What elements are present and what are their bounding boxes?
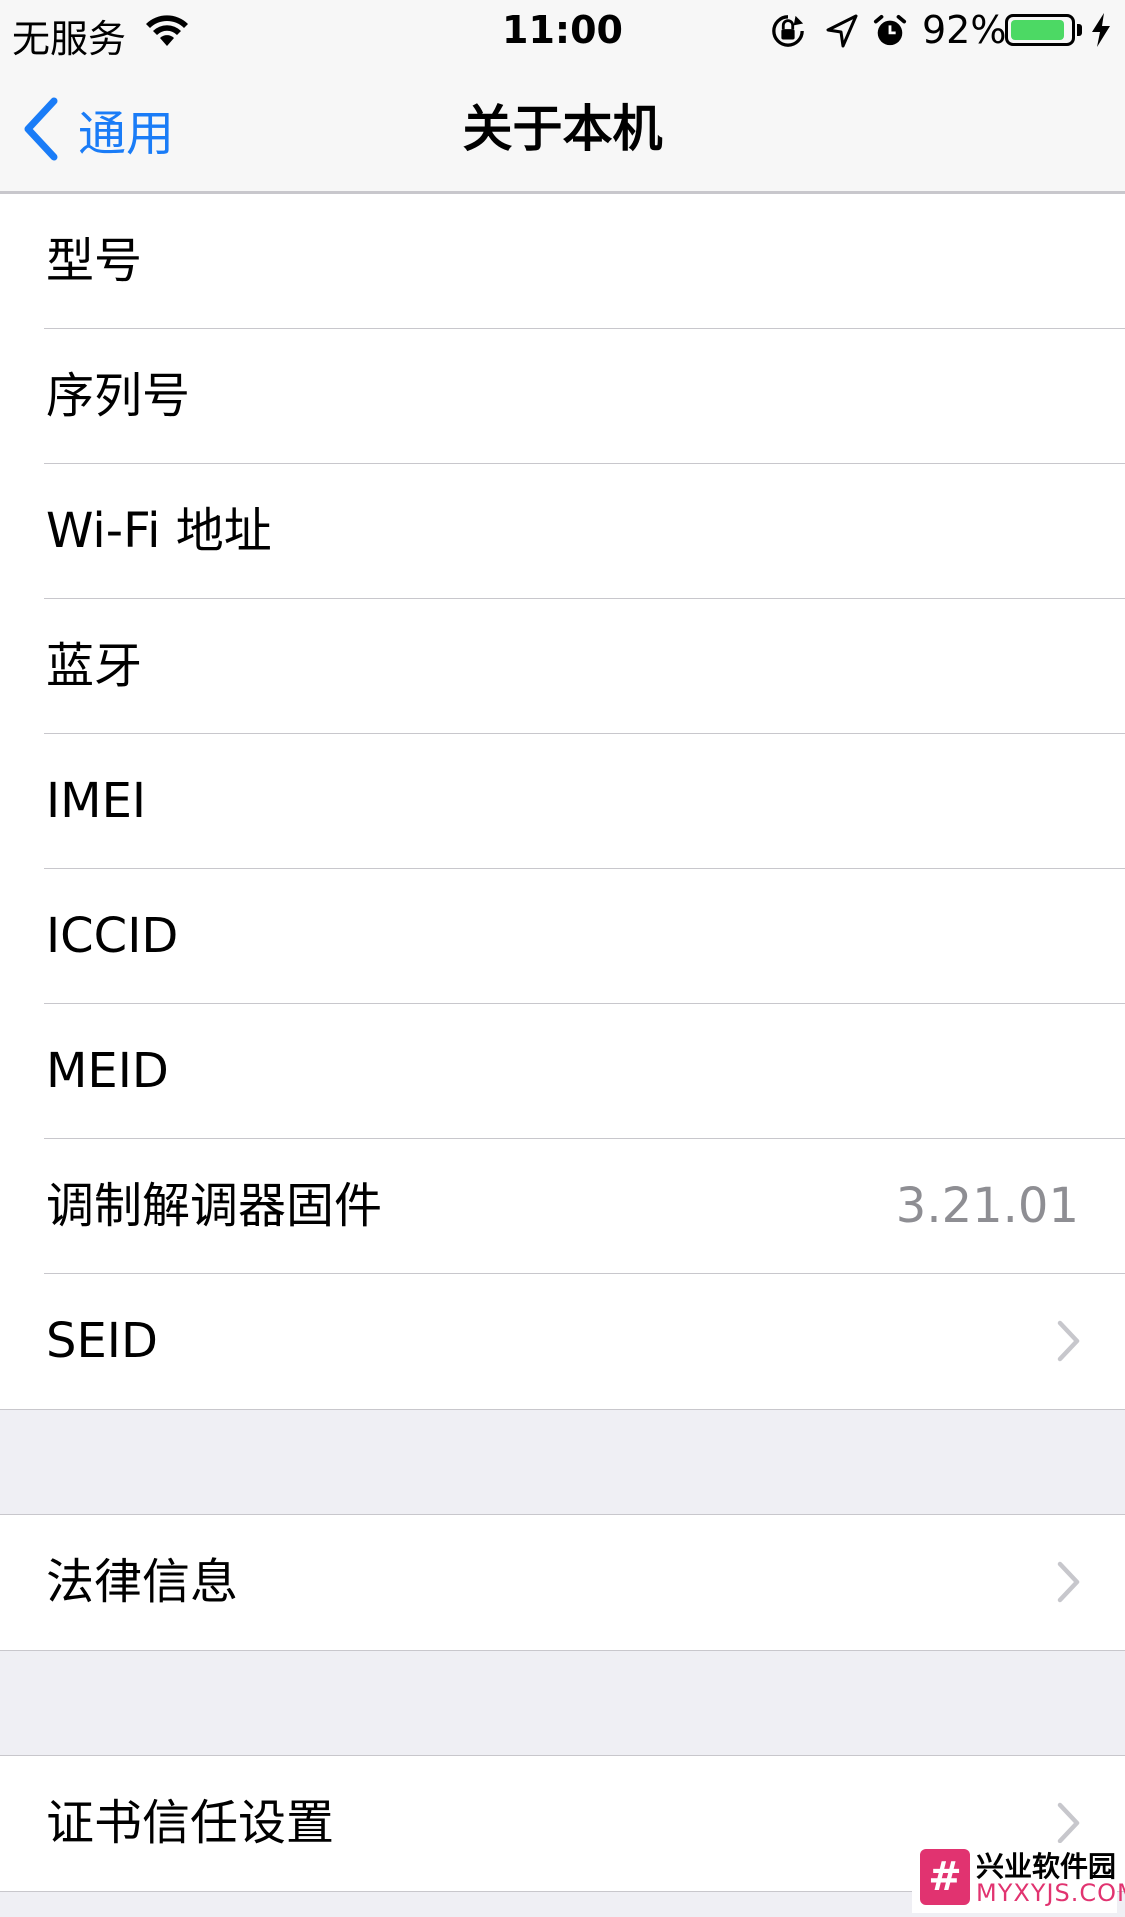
list-item-legal[interactable]: 法律信息 [0, 1515, 1125, 1650]
row-label: 调制解调器固件 [46, 1178, 383, 1234]
watermark: # 兴业软件园 MYXYJS.COM [912, 1843, 1125, 1913]
battery-percent: 92% [922, 8, 1007, 52]
list-item-bluetooth[interactable]: 蓝牙 [0, 599, 1125, 734]
list-item-iccid[interactable]: ICCID [0, 869, 1125, 1004]
watermark-domain: MYXYJS.COM [976, 1879, 1125, 1907]
row-label: IMEI [46, 773, 147, 829]
top-bar: 无服务 11:00 92% 通用 关于本机 [0, 0, 1125, 193]
list-item-imei[interactable]: IMEI [0, 734, 1125, 869]
row-label: Wi-Fi 地址 [46, 503, 272, 559]
status-bar: 无服务 11:00 92% [0, 0, 1125, 62]
battery-level-fill [1011, 20, 1065, 40]
chevron-right-icon [1057, 1802, 1080, 1844]
list-item-wifi-address[interactable]: Wi-Fi 地址 [0, 464, 1125, 599]
list-item-seid[interactable]: SEID [0, 1274, 1125, 1409]
row-label: 法律信息 [46, 1554, 239, 1610]
list-item-model[interactable]: 型号 [0, 194, 1125, 329]
row-label: 序列号 [46, 368, 191, 424]
page-title: 关于本机 [462, 100, 663, 158]
watermark-logo: # [920, 1849, 970, 1905]
row-label: ICCID [46, 908, 179, 964]
row-label: SEID [46, 1313, 158, 1369]
orientation-lock-icon [772, 15, 804, 47]
battery-tip [1077, 24, 1082, 36]
battery-icon [1005, 14, 1075, 46]
row-label: 证书信任设置 [46, 1795, 335, 1851]
navigation-bar: 通用 关于本机 [0, 62, 1125, 192]
row-value: 3.21.01 [895, 1178, 1079, 1234]
device-info-section: 型号 序列号 Wi-Fi 地址 蓝牙 IMEI ICCID MEID 调制解调器… [0, 193, 1125, 1410]
location-arrow-icon [826, 14, 858, 48]
row-label: MEID [46, 1043, 169, 1099]
legal-section: 法律信息 [0, 1514, 1125, 1651]
list-item-modem-firmware[interactable]: 调制解调器固件 3.21.01 [0, 1139, 1125, 1274]
list-item-serial-number[interactable]: 序列号 [0, 329, 1125, 464]
chevron-right-icon [1057, 1320, 1080, 1362]
alarm-icon [873, 14, 907, 46]
chevron-right-icon [1057, 1561, 1080, 1603]
charging-bolt-icon [1092, 13, 1110, 47]
row-label: 型号 [46, 233, 143, 289]
list-item-meid[interactable]: MEID [0, 1004, 1125, 1139]
row-label: 蓝牙 [46, 638, 143, 694]
